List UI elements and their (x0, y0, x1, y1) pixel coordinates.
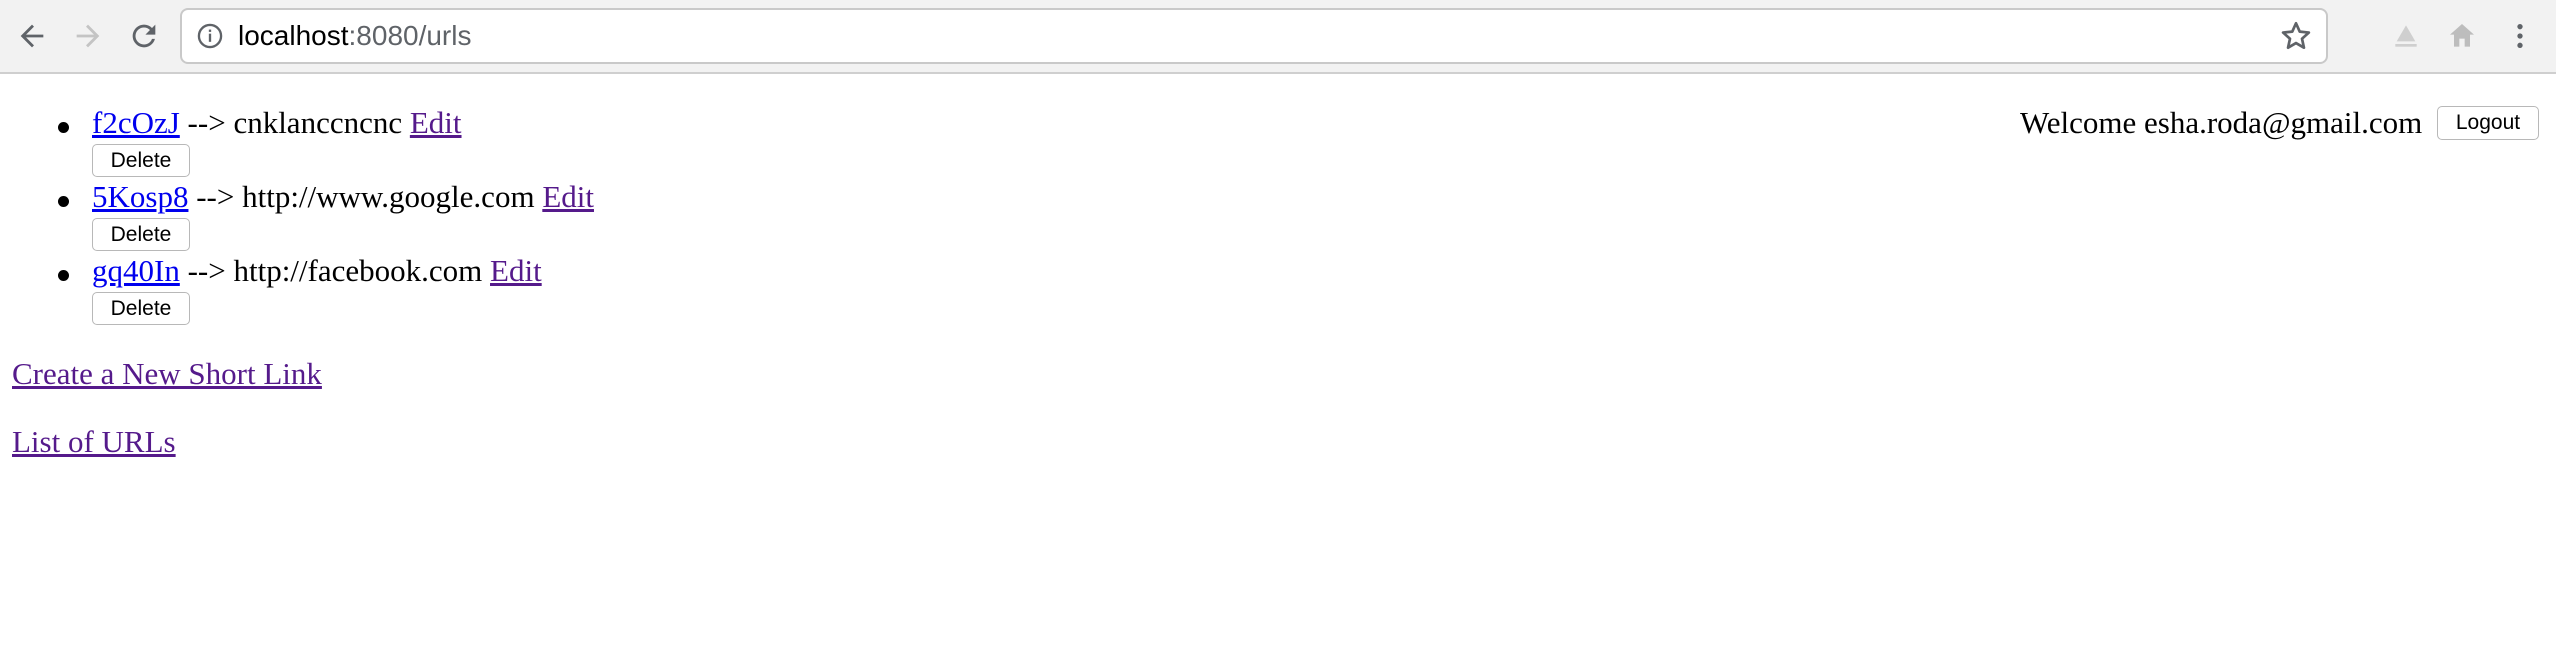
arrow-text: --> (196, 179, 235, 214)
long-url-text: http://www.google.com (242, 179, 535, 214)
delete-button[interactable]: Delete (92, 292, 190, 325)
page-content: f2cOzJ --> cnklanccncnc Edit Delete 5Kos… (0, 76, 2556, 664)
address-bar[interactable]: localhost:8080/urls (180, 8, 2328, 64)
forward-arrow-icon[interactable] (66, 14, 110, 58)
browser-toolbar: localhost:8080/urls (0, 0, 2556, 74)
delete-button[interactable]: Delete (92, 144, 190, 177)
url-path: :8080/urls (348, 20, 472, 51)
short-url-link[interactable]: gq40In (92, 253, 180, 288)
delete-button[interactable]: Delete (92, 218, 190, 251)
bookmark-star-icon[interactable] (2278, 18, 2314, 54)
long-url-text: http://facebook.com (233, 253, 483, 288)
edit-link[interactable]: Edit (490, 253, 542, 288)
url-entry: 5Kosp8 --> http://www.google.com Edit (92, 178, 594, 216)
short-url-link[interactable]: f2cOzJ (92, 105, 180, 140)
url-entry: gq40In --> http://facebook.com Edit (92, 252, 542, 290)
arrow-text: --> (187, 253, 226, 288)
arrow-text: --> (187, 105, 226, 140)
short-url-link[interactable]: 5Kosp8 (92, 179, 188, 214)
welcome-text: Welcome esha.roda@gmail.com (2020, 105, 2423, 140)
long-url-text: cnklanccncnc (233, 105, 403, 140)
home-icon[interactable] (2440, 14, 2484, 58)
logout-button[interactable]: Logout (2437, 106, 2539, 140)
edit-link[interactable]: Edit (410, 105, 462, 140)
back-arrow-icon[interactable] (10, 14, 54, 58)
url-host: localhost (238, 20, 349, 51)
create-short-link[interactable]: Create a New Short Link (12, 355, 322, 393)
address-url[interactable]: localhost:8080/urls (238, 10, 471, 62)
list-urls-link[interactable]: List of URLs (12, 423, 176, 461)
list-bullet (58, 196, 69, 207)
reload-icon[interactable] (122, 14, 166, 58)
info-icon[interactable] (196, 22, 224, 50)
list-bullet (58, 270, 69, 281)
menu-dots-icon[interactable] (2498, 14, 2542, 58)
url-entry: f2cOzJ --> cnklanccncnc Edit (92, 104, 462, 142)
extension-icon[interactable] (2384, 14, 2428, 58)
edit-link[interactable]: Edit (542, 179, 594, 214)
list-bullet (58, 122, 69, 133)
